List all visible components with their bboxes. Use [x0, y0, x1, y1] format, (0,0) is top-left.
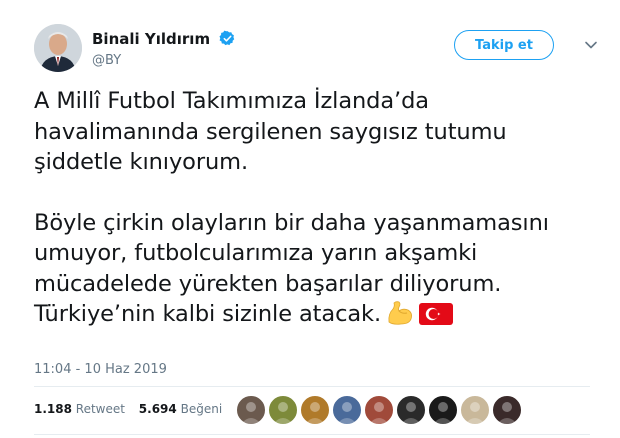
divider — [34, 386, 590, 387]
liker-avatar-5[interactable] — [364, 395, 394, 425]
liker-avatar-9[interactable] — [492, 395, 522, 425]
tweet-header: Binali Yıldırım @BY Takip et — [34, 24, 604, 74]
retweet-count-value: 1.188 — [34, 402, 72, 416]
divider — [34, 434, 590, 435]
author-name[interactable]: Binali Yıldırım — [92, 30, 210, 48]
chevron-down-icon[interactable] — [584, 38, 598, 52]
tweet-line: mücadelede yürekten başarılar diliyorum. — [34, 270, 502, 297]
liker-avatar-8[interactable] — [460, 395, 490, 425]
retweet-count-label: Retweet — [75, 402, 125, 416]
avatar[interactable] — [34, 24, 82, 72]
retweet-count[interactable]: 1.188 Retweet — [34, 402, 125, 416]
liker-avatar-3[interactable] — [300, 395, 330, 425]
tweet-stats: 1.188 Retweet 5.694 Beğeni — [34, 402, 222, 416]
verified-badge-icon — [219, 30, 235, 46]
turkey-flag-icon — [419, 303, 454, 325]
tweet-paragraph-1: A Millî Futbol Takımımıza İzlanda’da hav… — [34, 86, 594, 178]
tweet-line: Türkiye’nin kalbi sizinle atacak. — [34, 301, 382, 327]
like-count[interactable]: 5.694 Beğeni — [139, 402, 222, 416]
tweet-line: Böyle çirkin olayların bir daha yaşanmam… — [34, 209, 549, 236]
likers-avatars — [236, 395, 524, 425]
tweet-paragraph-2: Böyle çirkin olayların bir daha yaşanmam… — [34, 208, 594, 330]
profile-photo-icon — [34, 24, 82, 72]
like-count-value: 5.694 — [138, 402, 177, 416]
tweet-line: şiddetle kınıyorum. — [34, 149, 249, 175]
follow-button[interactable]: Takip et — [454, 30, 554, 60]
tweet-line: umuyor, futbolcularımıza yarın akşamki — [34, 240, 478, 266]
liker-avatar-6[interactable] — [396, 395, 426, 425]
author-names: Binali Yıldırım @BY — [92, 28, 236, 68]
author-handle[interactable]: @BY — [92, 53, 236, 68]
liker-avatar-1[interactable] — [236, 395, 266, 425]
tweet-line: havalimanında sergilenen saygısız tutumu — [34, 118, 507, 145]
liker-avatar-7[interactable] — [428, 395, 458, 425]
tweet-timestamp[interactable]: 11:04 - 10 Haz 2019 — [34, 362, 167, 377]
liker-avatar-4[interactable] — [332, 395, 362, 425]
like-count-label: Beğeni — [180, 402, 223, 416]
tweet-text: A Millî Futbol Takımımıza İzlanda’da hav… — [34, 86, 594, 330]
tweet-line: A Millî Futbol Takımımıza İzlanda’da — [34, 88, 429, 114]
flexed-biceps-icon — [388, 301, 412, 325]
liker-avatar-2[interactable] — [268, 395, 298, 425]
